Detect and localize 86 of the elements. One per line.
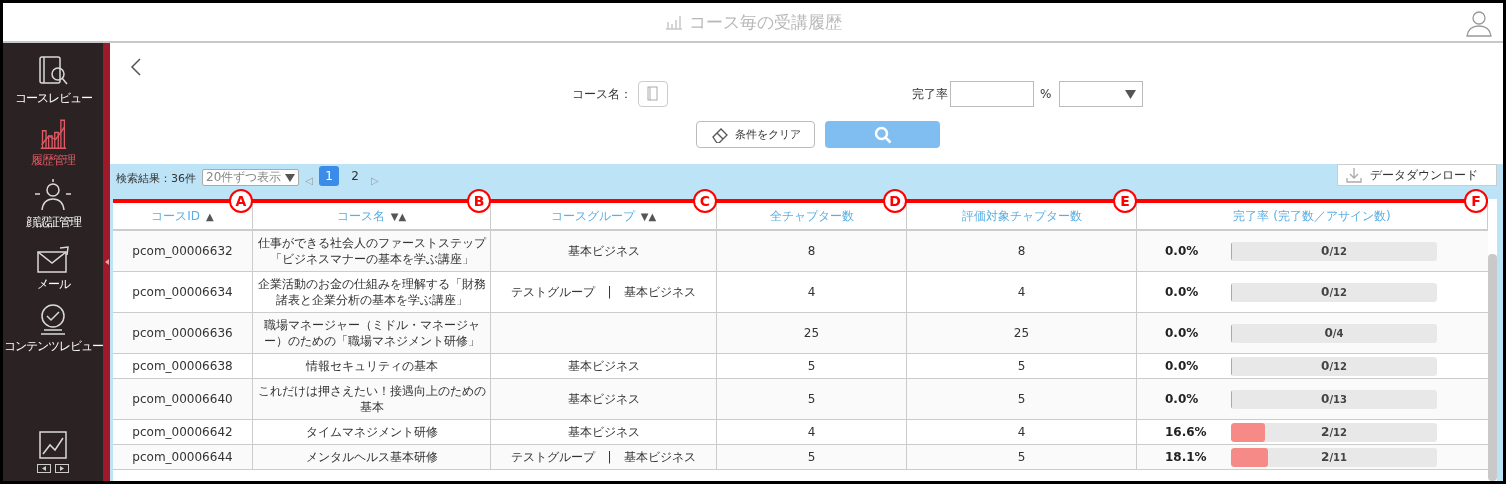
table-cell: 4 (717, 272, 907, 313)
per-page-select[interactable]: 20件ずつ表示 (202, 169, 300, 186)
completion-percent: 0.0% (1165, 392, 1200, 406)
book-icon (647, 86, 659, 102)
table-cell: 企業活動のお金の仕組みを理解する「財務諸表と企業分析の基本を学ぶ講座」 (253, 272, 491, 313)
download-icon (1346, 167, 1362, 183)
table-cell: タイムマネジメント研修 (253, 420, 491, 445)
table-cell: 4 (907, 420, 1137, 445)
table-cell: pcom_00006638 (113, 354, 253, 379)
completion-percent: 16.6% (1165, 425, 1205, 439)
callout-marker: C (693, 189, 717, 213)
table-cell: pcom_00006644 (113, 445, 253, 470)
callout-marker: F (1464, 189, 1488, 213)
table-cell: pcom_00006632 (113, 231, 253, 272)
dropdown-icon (285, 173, 296, 182)
sidebar-item[interactable]: 履歴管理 (3, 115, 103, 171)
completion-percent: 0.0% (1165, 244, 1200, 258)
clear-button[interactable]: 条件をクリア (696, 121, 815, 148)
table-cell: 5 (717, 354, 907, 379)
user-icon[interactable] (1465, 9, 1493, 37)
table-cell: 基本ビジネス (491, 231, 717, 272)
completion-count: 0/12 (1321, 359, 1347, 373)
completion-count: 2/11 (1321, 450, 1347, 464)
table-cell: 5 (907, 379, 1137, 420)
completion-count: 0/13 (1321, 392, 1347, 406)
table-cell: 情報セキュリティの基本 (253, 354, 491, 379)
callout-marker: A (229, 189, 253, 213)
table-cell: 25 (717, 313, 907, 354)
table-cell: 5 (717, 445, 907, 470)
table-cell: 4 (907, 272, 1137, 313)
percent-label: % (1040, 87, 1052, 101)
sidebar-item[interactable]: メール (3, 239, 103, 295)
download-button[interactable]: データダウンロード (1337, 164, 1497, 186)
condition-select[interactable] (1059, 81, 1144, 107)
eraser-icon (710, 126, 729, 143)
sidebar-item[interactable]: コンテンツレビュー (3, 301, 103, 357)
table-cell: テストグループ | 基本ビジネス (491, 445, 717, 470)
course-name-label: コース名： (572, 85, 632, 103)
table-cell: 8 (717, 231, 907, 272)
table-cell: pcom_00006636 (113, 313, 253, 354)
table-cell: 職場マネージャー（ミドル・マネージャー）のための「職場マネジメント研修」 (253, 313, 491, 354)
back-icon[interactable] (130, 57, 142, 77)
scrollbar[interactable] (1488, 254, 1497, 481)
table-cell: pcom_00006640 (113, 379, 253, 420)
table-cell: pcom_00006634 (113, 272, 253, 313)
table-cell: これだけは押さえたい！接遇向上のための基本 (253, 379, 491, 420)
person-icon (33, 178, 73, 212)
table-cell: 4 (717, 420, 907, 445)
completion-percent: 0.0% (1165, 326, 1200, 340)
table-cell: 基本ビジネス (491, 354, 717, 379)
table-cell: 仕事ができる社会人のファーストステップ「ビジネスマナーの基本を学ぶ講座」 (253, 231, 491, 272)
sidebar-item[interactable]: 顔認証管理 (3, 177, 103, 233)
table-cell: テストグループ | 基本ビジネス (491, 272, 717, 313)
completion-percent: 0.0% (1165, 359, 1200, 373)
sidebar-item[interactable]: コースレビュー (3, 53, 103, 109)
previous-icon[interactable] (37, 464, 51, 473)
search-icon (873, 125, 892, 144)
table-cell: pcom_00006642 (113, 420, 253, 445)
result-count: 検索結果：36件 (116, 171, 196, 186)
completion-count: 0/12 (1321, 244, 1347, 258)
dropdown-icon (1125, 89, 1137, 99)
table-cell: 5 (717, 379, 907, 420)
completion-rate-label: 完了率 (912, 85, 948, 103)
next-icon[interactable] (55, 464, 69, 473)
envelope-icon (36, 246, 70, 274)
table-cell: 8 (907, 231, 1137, 272)
search-button[interactable] (825, 121, 940, 148)
table-cell: 25 (907, 313, 1137, 354)
completion-count: 0/12 (1321, 285, 1347, 299)
table-cell: 基本ビジネス (491, 420, 717, 445)
table-cell: 5 (907, 354, 1137, 379)
table-cell: メンタルヘルス基本研修 (253, 445, 491, 470)
page-link[interactable]: 2 (345, 166, 365, 186)
image-chart-icon[interactable] (38, 430, 68, 460)
page-title: コース毎の受講履歴 (688, 10, 842, 34)
completion-count: 0/4 (1324, 326, 1344, 340)
completion-count: 2/12 (1321, 425, 1347, 439)
table-cell: 基本ビジネス (491, 379, 717, 420)
chart-icon (664, 14, 683, 30)
callout-marker: E (1113, 189, 1137, 213)
completion-rate-input[interactable] (950, 81, 1034, 107)
callout-marker: D (883, 189, 907, 213)
completion-percent: 18.1% (1165, 450, 1205, 464)
table-cell: 5 (907, 445, 1137, 470)
callout-marker: B (467, 189, 491, 213)
completion-percent: 0.0% (1165, 285, 1200, 299)
